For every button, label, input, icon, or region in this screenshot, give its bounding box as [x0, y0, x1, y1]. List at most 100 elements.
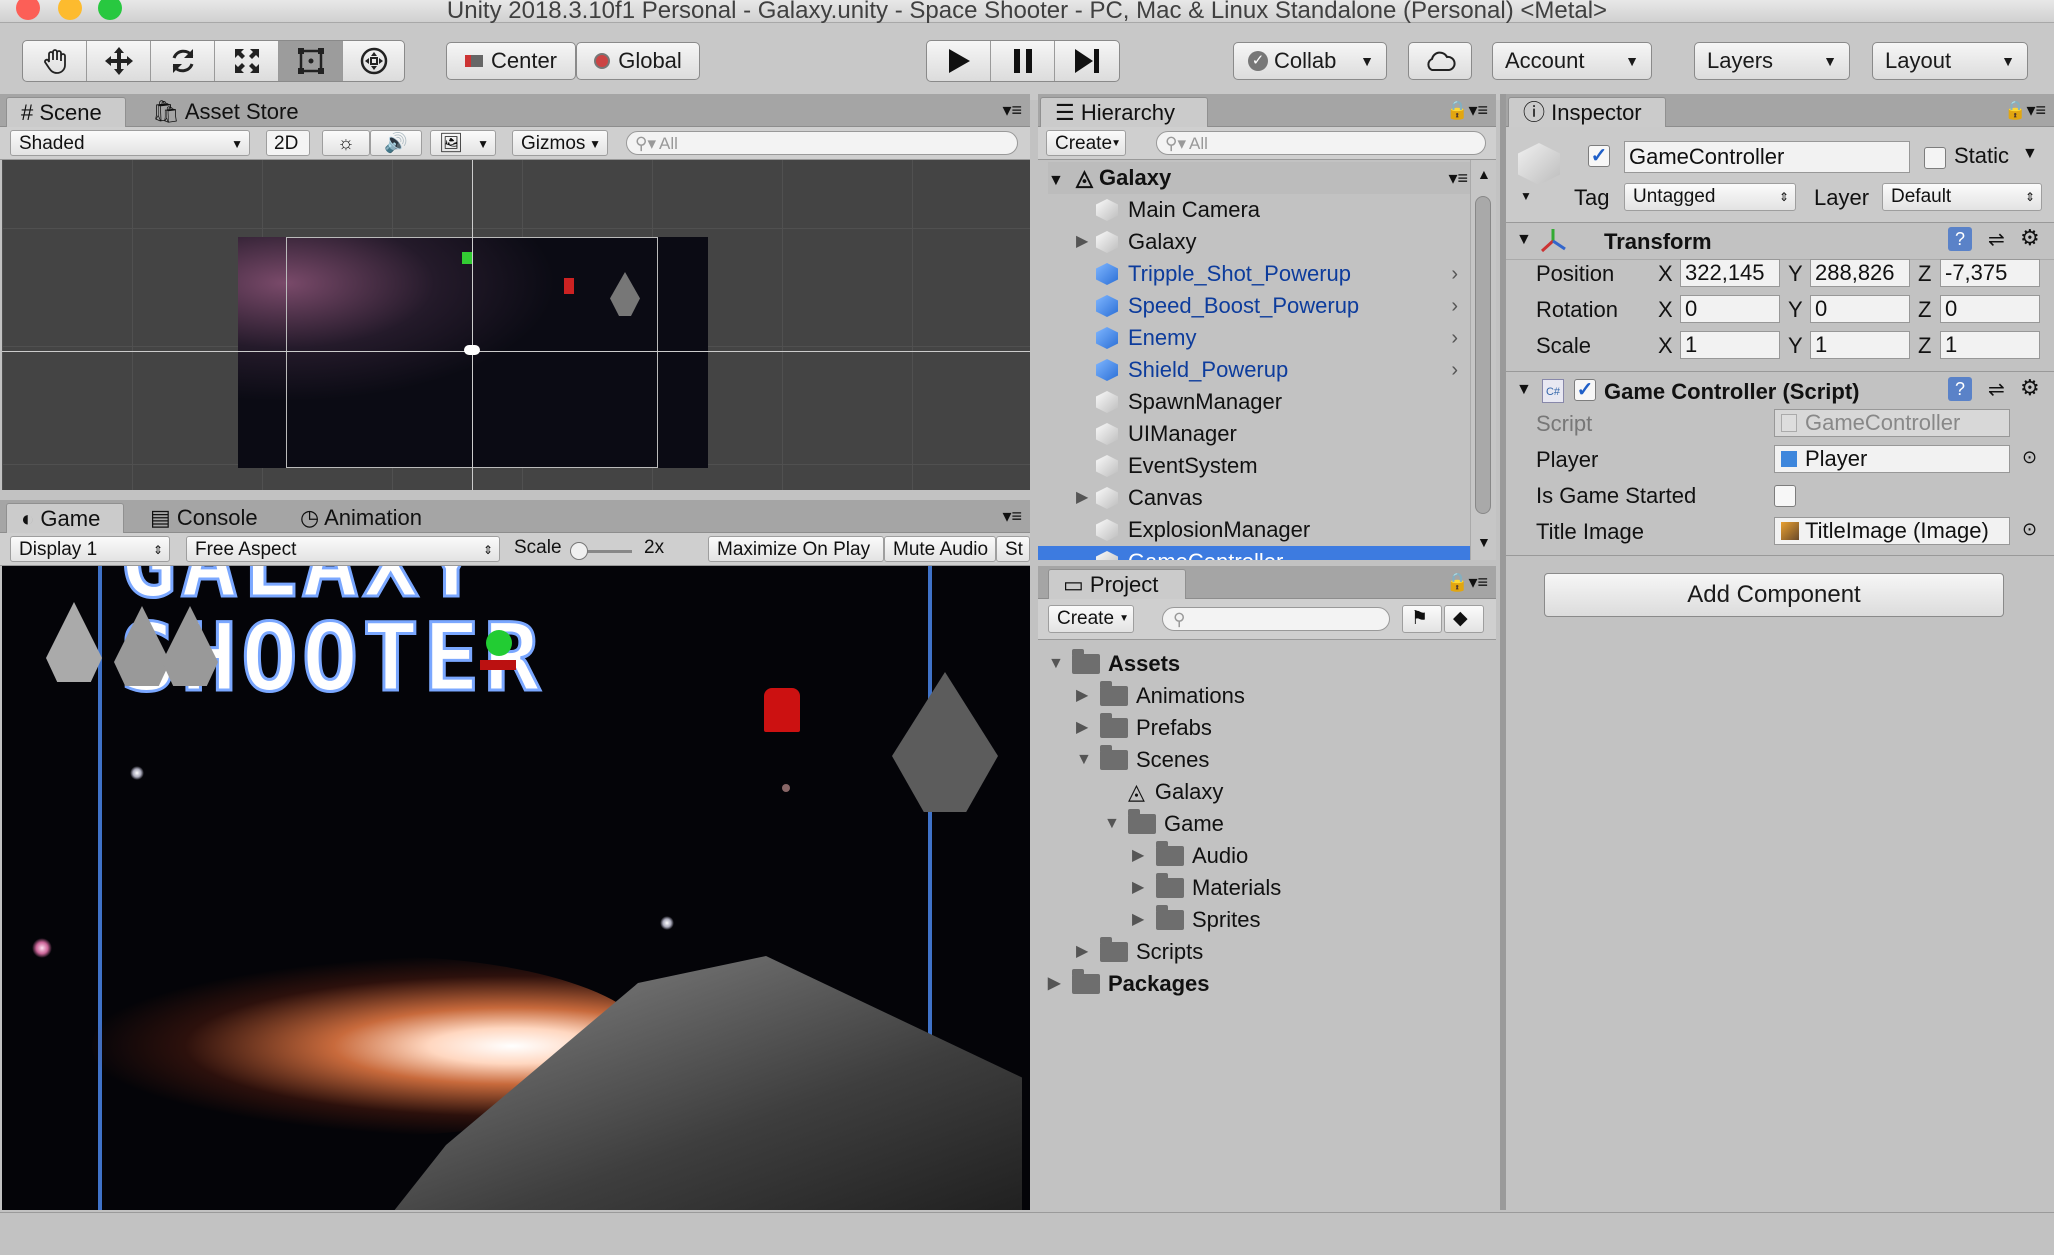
position-z-input[interactable]: -7,375	[1940, 259, 2040, 287]
tag-dropdown[interactable]: Untagged ⇕	[1624, 183, 1796, 211]
pause-button[interactable]	[991, 41, 1055, 81]
help-book-icon[interactable]: ?	[1948, 377, 1972, 401]
tab-inspector[interactable]: ⓘ Inspector	[1508, 97, 1666, 127]
preset-icon[interactable]: ⇌	[1988, 377, 2005, 402]
hierarchy-item[interactable]: GameController	[1038, 546, 1470, 560]
layer-dropdown[interactable]: Default ⇕	[1882, 183, 2042, 211]
hierarchy-item[interactable]: Enemy ›	[1038, 322, 1470, 354]
mute-audio-toggle[interactable]: Mute Audio	[884, 536, 996, 562]
scene-root-row[interactable]: ▼ ◬ Galaxy ▾≡	[1048, 162, 1476, 194]
project-create-dropdown[interactable]: Create ▼	[1048, 605, 1134, 633]
player-sprite[interactable]	[464, 345, 480, 355]
script-component-header[interactable]: ▼ C# ✓ Game Controller (Script) ? ⇌ ⚙	[1506, 373, 2054, 409]
filter-by-label-button[interactable]: ◆	[1444, 605, 1484, 633]
effects-dropdown[interactable]: 🖼 ▼	[430, 130, 496, 156]
powerup-sprite[interactable]	[462, 252, 472, 264]
project-folder-item[interactable]: ▶ Sprites	[1132, 904, 1260, 936]
play-button[interactable]	[927, 41, 991, 81]
active-checkbox[interactable]: ✓	[1588, 145, 1610, 167]
expand-arrow-icon[interactable]: ▶	[1048, 968, 1060, 1000]
hierarchy-create-dropdown[interactable]: Create ▼	[1046, 130, 1126, 156]
project-folder-item[interactable]: ▶ Prefabs	[1076, 712, 1212, 744]
preset-icon[interactable]: ⇌	[1988, 227, 2005, 252]
help-book-icon[interactable]: ?	[1948, 227, 1972, 251]
transform-tool-button[interactable]	[343, 41, 405, 81]
collapse-arrow-icon[interactable]: ▼	[1104, 808, 1120, 840]
collapse-arrow-icon[interactable]: ▼	[1516, 231, 1532, 249]
object-name-input[interactable]: GameController	[1624, 141, 1910, 173]
transform-header[interactable]: ▼ Transform ? ⇌ ⚙	[1506, 223, 2054, 260]
open-prefab-icon[interactable]: ›	[1451, 258, 1458, 290]
project-folder-item[interactable]: ▶ Animations	[1076, 680, 1245, 712]
collab-dropdown[interactable]: ✓ Collab ▼	[1233, 42, 1387, 80]
hierarchy-item[interactable]: SpawnManager	[1038, 386, 1470, 418]
lock-and-menu-icon[interactable]: 🔒▾≡	[2004, 100, 2046, 121]
lighting-toggle[interactable]: ☼	[322, 130, 370, 156]
static-checkbox[interactable]	[1924, 147, 1946, 169]
display-dropdown[interactable]: Display 1 ⇕	[10, 536, 170, 562]
collapse-arrow-icon[interactable]: ▼	[1076, 744, 1092, 776]
open-prefab-icon[interactable]: ›	[1451, 322, 1458, 354]
scene-menu-icon[interactable]: ▾≡	[1448, 162, 1468, 194]
gear-icon[interactable]: ⚙	[2020, 225, 2040, 251]
aspect-dropdown[interactable]: Free Aspect ⇕	[186, 536, 500, 562]
pivot-rotation-button[interactable]: Global	[576, 42, 700, 80]
enemy-sprite[interactable]	[564, 278, 574, 294]
title-image-field[interactable]: TitleImage (Image)	[1774, 517, 2010, 545]
scale-z-input[interactable]: 1	[1940, 331, 2040, 359]
scale-x-input[interactable]: 1	[1680, 331, 1780, 359]
cloud-services-button[interactable]	[1408, 42, 1472, 80]
project-folder-item[interactable]: ▶ Packages	[1048, 968, 1210, 1000]
position-x-input[interactable]: 322,145	[1680, 259, 1780, 287]
expand-arrow-icon[interactable]: ▶	[1076, 680, 1088, 712]
hierarchy-search-input[interactable]: ⚲▾ All	[1156, 131, 1486, 155]
player-field[interactable]: Player	[1774, 445, 2010, 473]
audio-toggle[interactable]: 🔊	[370, 130, 422, 156]
hierarchy-item[interactable]: Shield_Powerup ›	[1038, 354, 1470, 386]
game-view[interactable]: GALAXY SHOOTER	[2, 566, 1030, 1210]
expand-arrow-icon[interactable]: ▶	[1076, 482, 1088, 514]
panel-menu-icon[interactable]: ▾≡	[1002, 506, 1022, 527]
expand-arrow-icon[interactable]: ▶	[1132, 872, 1144, 904]
hierarchy-item[interactable]: ▶ Galaxy	[1038, 226, 1470, 258]
open-prefab-icon[interactable]: ›	[1451, 354, 1458, 386]
expand-arrow-icon[interactable]: ▶	[1076, 712, 1088, 744]
scene-search-input[interactable]: ⚲▾ All	[626, 131, 1018, 155]
rotation-y-input[interactable]: 0	[1810, 295, 1910, 323]
position-y-input[interactable]: 288,826	[1810, 259, 1910, 287]
2d-mode-toggle[interactable]: 2D	[266, 130, 310, 156]
scene-view[interactable]	[2, 160, 1030, 490]
tab-project[interactable]: ▭ Project	[1048, 569, 1186, 599]
rotation-z-input[interactable]: 0	[1940, 295, 2040, 323]
gizmos-dropdown[interactable]: Gizmos ▼	[512, 130, 608, 156]
project-search-input[interactable]: ⚲	[1162, 607, 1390, 631]
tab-game[interactable]: ◐ Game	[6, 503, 124, 533]
rotate-tool-button[interactable]	[151, 41, 215, 81]
expand-arrow-icon[interactable]: ▶	[1076, 226, 1088, 258]
hierarchy-item[interactable]: Tripple_Shot_Powerup ›	[1038, 258, 1470, 290]
layout-dropdown[interactable]: Layout ▼	[1872, 42, 2028, 80]
scale-slider-thumb[interactable]	[570, 542, 588, 560]
component-enabled-checkbox[interactable]: ✓	[1574, 379, 1596, 401]
shading-mode-dropdown[interactable]: Shaded ▼	[10, 130, 250, 156]
project-folder-item[interactable]: ▼ Game	[1104, 808, 1224, 840]
project-folder-item[interactable]: ▼ Scenes	[1076, 744, 1209, 776]
move-tool-button[interactable]	[87, 41, 151, 81]
object-picker-icon[interactable]: ⊙	[2022, 447, 2037, 468]
scroll-up-icon[interactable]: ▲	[1477, 166, 1491, 182]
project-folder-item[interactable]: ▼ Assets	[1048, 648, 1180, 680]
open-prefab-icon[interactable]: ›	[1451, 290, 1458, 322]
scale-y-input[interactable]: 1	[1810, 331, 1910, 359]
project-folder-item[interactable]: ▶ Materials	[1132, 872, 1281, 904]
stats-toggle[interactable]: St	[996, 536, 1030, 562]
gear-icon[interactable]: ⚙	[2020, 375, 2040, 401]
hierarchy-item[interactable]: Speed_Boost_Powerup ›	[1038, 290, 1470, 322]
pivot-mode-button[interactable]: Center	[446, 42, 576, 80]
expand-arrow-icon[interactable]: ▶	[1132, 840, 1144, 872]
icon-dropdown-arrow-icon[interactable]: ▼	[1520, 189, 1532, 203]
hierarchy-item[interactable]: ▶ Canvas	[1038, 482, 1470, 514]
panel-menu-icon[interactable]: ▾≡	[1002, 100, 1022, 121]
maximize-on-play-toggle[interactable]: Maximize On Play	[708, 536, 884, 562]
layers-dropdown[interactable]: Layers ▼	[1694, 42, 1850, 80]
expand-arrow-icon[interactable]: ▶	[1076, 936, 1088, 968]
